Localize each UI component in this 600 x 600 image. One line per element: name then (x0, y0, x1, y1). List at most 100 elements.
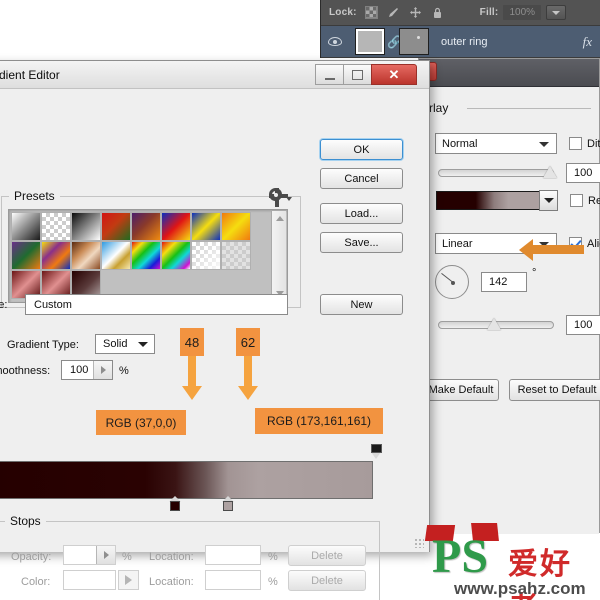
preset-copper[interactable] (71, 241, 101, 270)
fx-icon[interactable]: fx (583, 34, 592, 50)
preset-blue-yellow-blue[interactable] (191, 212, 221, 241)
make-default-button[interactable]: Make Default (423, 379, 499, 401)
close-button[interactable]: ✕ (371, 64, 417, 85)
annotation-arrow1-head (182, 386, 202, 400)
opacity-location-unit: % (268, 551, 278, 563)
preset-neutral-density[interactable] (221, 241, 251, 270)
smoothness-unit: % (119, 365, 129, 377)
color-stop-dark[interactable] (169, 496, 181, 512)
reverse-checkbox[interactable] (570, 194, 583, 207)
annotation-arrow2-shaft (244, 356, 252, 388)
move-lock-icon[interactable] (409, 6, 422, 19)
lock-label: Lock: (329, 7, 357, 18)
gradient-style-value: Linear (442, 238, 473, 250)
angle-value: 142 (489, 276, 507, 288)
smoothness-field[interactable]: 100 (61, 360, 113, 380)
scale-slider-knob[interactable] (487, 318, 501, 330)
stop-color-swatch[interactable] (63, 570, 116, 590)
scroll-up-icon[interactable] (276, 216, 284, 221)
new-button[interactable]: New (320, 294, 403, 315)
all-lock-icon[interactable] (431, 6, 444, 19)
stop-opacity-stepper-icon[interactable] (96, 546, 115, 564)
delete-color-stop-button[interactable]: Delete (288, 570, 366, 591)
opacity-slider-knob[interactable] (543, 166, 557, 178)
preset-black-white[interactable] (71, 212, 101, 241)
chevron-down-icon (138, 342, 148, 347)
smoothness-stepper-icon[interactable] (93, 361, 112, 379)
scale-value-field[interactable]: 100 (566, 315, 600, 335)
section-title: rlay (429, 101, 448, 115)
preset-spectrum[interactable] (131, 241, 161, 270)
scale-slider[interactable] (438, 321, 554, 329)
layer-mask-thumbnail[interactable] (399, 28, 429, 55)
gear-caret-icon[interactable] (286, 197, 292, 201)
opacity-location-field[interactable] (205, 545, 261, 565)
layer-name-label[interactable]: outer ring (441, 36, 487, 48)
presets-list[interactable] (8, 209, 288, 303)
resize-grip-icon[interactable] (414, 538, 424, 548)
minimize-button[interactable] (315, 64, 344, 85)
preset-transparent-stripes[interactable] (191, 241, 221, 270)
layer-row-outer-ring[interactable]: 🔗 outer ring fx (321, 25, 600, 58)
reverse-checkbox-group[interactable]: Reve (570, 194, 600, 207)
annotation-stop1-percent: 48 (180, 328, 204, 356)
layer-style-titlebar[interactable] (419, 59, 599, 87)
cancel-button[interactable]: Cancel (320, 168, 403, 189)
preset-violet-green-orange[interactable] (11, 241, 41, 270)
watermark: PS 爱好者 www.psahz.com (430, 527, 600, 600)
opacity-value-field[interactable]: 100 (566, 163, 600, 183)
blend-mode-row: Normal Dith (435, 133, 600, 154)
color-location-field[interactable] (205, 570, 261, 590)
color-picker-arrow-icon[interactable] (118, 570, 139, 590)
layer-visibility-toggle[interactable] (321, 37, 349, 46)
brush-lock-icon[interactable] (387, 6, 400, 19)
stop-opacity-field[interactable] (63, 545, 116, 565)
preset-violet-orange[interactable] (131, 212, 161, 241)
gradient-picker-dropdown-icon[interactable] (539, 190, 558, 211)
preset-foreground-to-background[interactable] (11, 212, 41, 241)
gear-icon[interactable] (269, 188, 282, 201)
ok-button[interactable]: OK (320, 139, 403, 160)
preset-foreground-to-transparent[interactable] (41, 212, 71, 241)
transparency-lock-icon[interactable] (365, 6, 378, 19)
angle-value-field[interactable]: 142 (481, 272, 527, 292)
gradient-strip[interactable] (0, 461, 373, 499)
save-button[interactable]: Save... (320, 232, 403, 253)
presets-scrollbar[interactable] (271, 211, 286, 301)
gradient-name-input[interactable]: Custom (25, 294, 288, 315)
annotation-arrow1-shaft (188, 356, 196, 388)
color-stop-light[interactable] (222, 496, 234, 512)
opacity-slider[interactable] (438, 169, 554, 177)
name-label: ame: (0, 299, 7, 311)
load-button[interactable]: Load... (320, 203, 403, 224)
gradient-editor-titlebar[interactable]: dient Editor ✕ (0, 61, 429, 89)
reset-to-default-button[interactable]: Reset to Default (509, 379, 600, 401)
link-icon[interactable]: 🔗 (387, 35, 397, 49)
gradient-preview-swatch[interactable] (436, 191, 540, 210)
eye-icon (328, 37, 342, 46)
angle-dial[interactable] (435, 265, 469, 299)
gradient-preview-group[interactable] (436, 190, 558, 211)
preset-red-green[interactable] (101, 212, 131, 241)
fill-dropdown-icon[interactable] (546, 5, 566, 20)
preset-transparent-rainbow[interactable] (161, 241, 191, 270)
preset-blue-red-yellow[interactable] (161, 212, 191, 241)
lock-row: Lock: Fill: 100% (321, 0, 600, 25)
maximize-button[interactable] (343, 64, 372, 85)
preset-chrome[interactable] (101, 241, 131, 270)
watermark-url: www.psahz.com (454, 579, 586, 599)
preset-orange-yellow-orange[interactable] (221, 212, 251, 241)
layer-thumbnail[interactable] (355, 28, 385, 55)
delete-opacity-stop-button[interactable]: Delete (288, 545, 366, 566)
presets-legend: Presets (9, 189, 60, 203)
opacity-unit: % (122, 551, 132, 563)
annotation-stop2-color: RGB (173,161,161) (255, 408, 383, 434)
blend-mode-select[interactable]: Normal (435, 133, 557, 154)
fill-value[interactable]: 100% (503, 5, 541, 20)
opacity-stop-right[interactable] (371, 444, 382, 459)
preset-yellow-violet-orange-blue[interactable] (41, 241, 71, 270)
dither-checkbox-group[interactable]: Dith (569, 137, 600, 150)
gradient-type-select[interactable]: Solid (95, 334, 155, 354)
dither-checkbox[interactable] (569, 137, 582, 150)
gradient-editor-title: dient Editor (0, 68, 60, 82)
